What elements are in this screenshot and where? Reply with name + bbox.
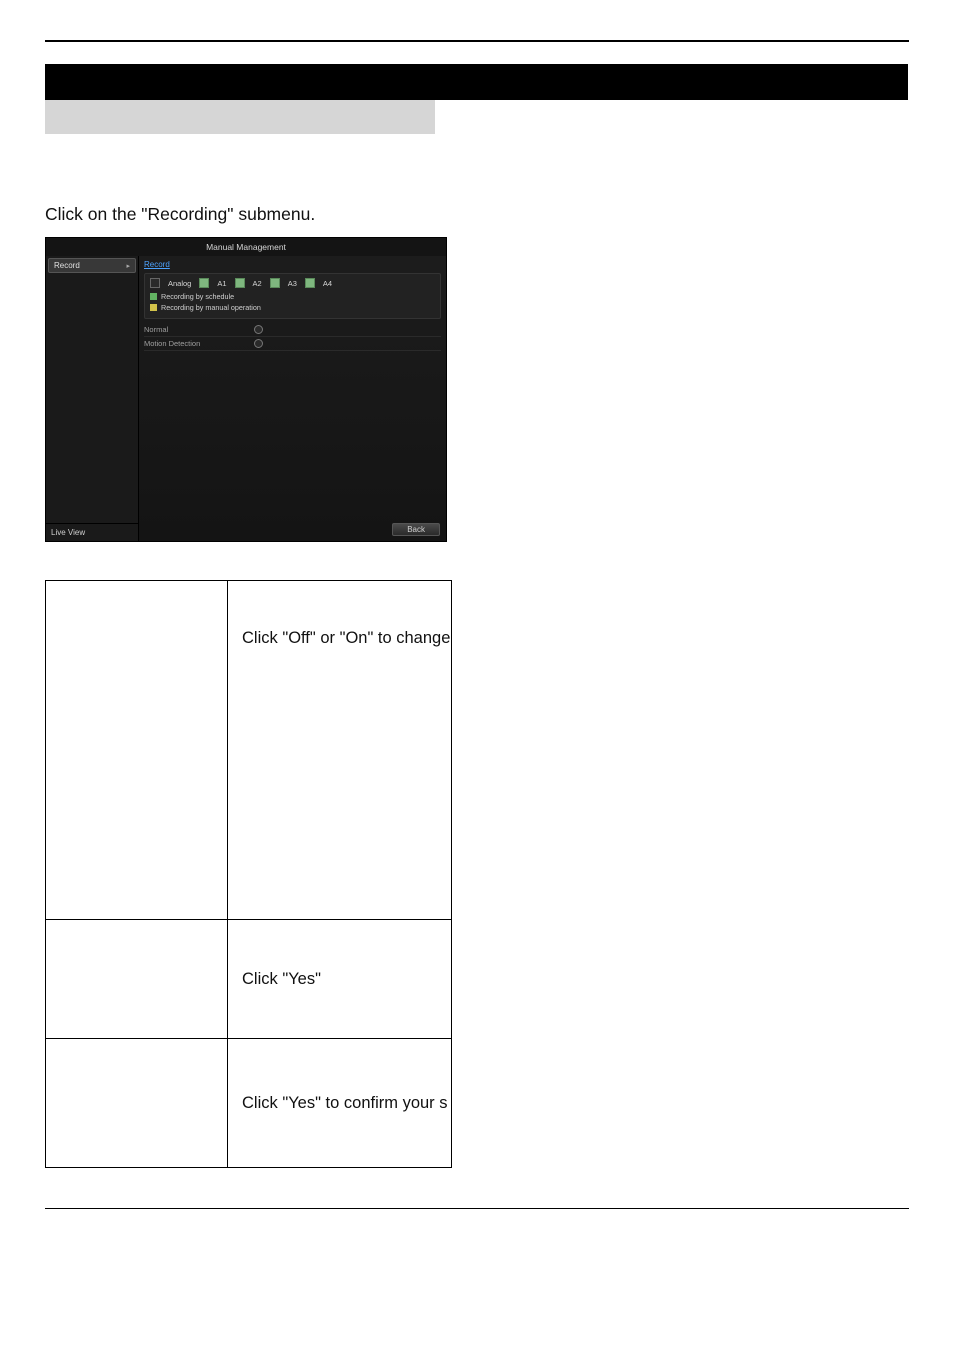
screenshot-body: Record ▸ Live View Record Analog A1 A2	[46, 256, 446, 541]
channel-group-label: Analog	[168, 279, 191, 288]
channel-label: A4	[323, 279, 332, 288]
radio-motion[interactable]	[254, 339, 263, 348]
table-row: Normal	[144, 323, 441, 337]
checkbox-analog-all[interactable]	[150, 278, 160, 288]
table-row: Motion Detection	[144, 337, 441, 351]
channel-row: Analog A1 A2 A3 A4	[150, 278, 435, 288]
channel-label: A1	[217, 279, 226, 288]
sidebar-item-label: Record	[54, 261, 80, 270]
table-row: Click "Yes"	[46, 920, 452, 1039]
section-heading-black-bar	[45, 64, 908, 100]
legend-schedule: Recording by schedule	[150, 292, 435, 301]
table-cell-left	[46, 1039, 228, 1168]
instruction-text: Click on the "Recording" submenu.	[45, 204, 909, 225]
legend-dot-yellow	[150, 304, 157, 311]
tab-record[interactable]: Record	[144, 259, 441, 273]
table-cell-left	[46, 581, 228, 920]
legend-dot-green	[150, 293, 157, 300]
table-cell-right: Click "Off" or "On" to change	[228, 581, 452, 920]
sidebar-top: Record ▸	[46, 256, 138, 275]
bottom-rule	[45, 1208, 909, 1209]
table-row: Click "Off" or "On" to change	[46, 581, 452, 920]
top-rule	[45, 40, 909, 42]
legend-schedule-label: Recording by schedule	[161, 292, 234, 301]
checkbox-a3[interactable]	[270, 278, 280, 288]
checkbox-a2[interactable]	[235, 278, 245, 288]
mode-label-normal: Normal	[144, 325, 254, 334]
mode-table: Normal Motion Detection	[144, 323, 441, 351]
legend-manual-label: Recording by manual operation	[161, 303, 261, 312]
chevron-right-icon: ▸	[126, 262, 130, 270]
channel-panel: Analog A1 A2 A3 A4 Recording by sche	[144, 273, 441, 319]
channel-label: A3	[288, 279, 297, 288]
checkbox-a1[interactable]	[199, 278, 209, 288]
table-row: Click "Yes" to confirm your s	[46, 1039, 452, 1168]
sidebar-item-liveview[interactable]: Live View	[46, 523, 138, 541]
mode-label-motion: Motion Detection	[144, 339, 254, 348]
section-heading-grey-bar	[45, 100, 435, 134]
explanation-table: Click "Off" or "On" to change Click "Yes…	[45, 580, 452, 1168]
sidebar-item-record[interactable]: Record ▸	[48, 258, 136, 273]
radio-normal[interactable]	[254, 325, 263, 334]
screenshot-window-title: Manual Management	[46, 238, 446, 256]
legend-manual: Recording by manual operation	[150, 303, 435, 312]
table-cell-right: Click "Yes" to confirm your s	[228, 1039, 452, 1168]
checkbox-a4[interactable]	[305, 278, 315, 288]
channel-label: A2	[253, 279, 262, 288]
screenshot-sidebar: Record ▸ Live View	[46, 256, 139, 541]
recording-legend: Recording by schedule Recording by manua…	[150, 292, 435, 312]
document-page: Click on the "Recording" submenu. Manual…	[0, 0, 954, 1269]
back-button[interactable]: Back	[392, 523, 440, 536]
table-cell-left	[46, 920, 228, 1039]
table-cell-right: Click "Yes"	[228, 920, 452, 1039]
section-heading-block	[45, 64, 909, 134]
screenshot-main: Record Analog A1 A2 A3 A4	[139, 256, 446, 541]
dvr-screenshot: Manual Management Record ▸ Live View Rec…	[45, 237, 447, 542]
